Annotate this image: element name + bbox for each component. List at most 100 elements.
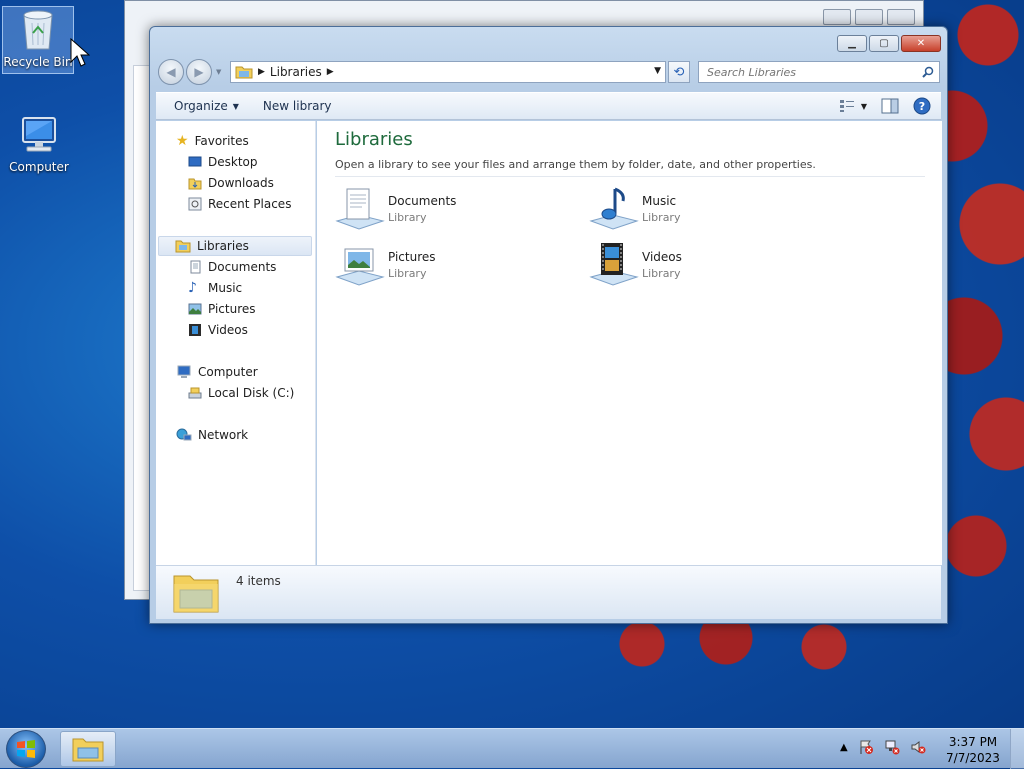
new-library-label: New library [262, 99, 332, 113]
recycle-bin-icon [23, 10, 53, 50]
navigation-pane: ★ Favorites Desktop Downloads Recent Pla… [156, 121, 316, 565]
background-window-caption-buttons[interactable] [823, 9, 915, 25]
nav-pictures[interactable]: Pictures [188, 299, 256, 319]
nav-videos-label: Videos [208, 323, 248, 337]
volume-muted-icon[interactable] [910, 739, 926, 755]
computer-icon [177, 365, 191, 378]
refresh-button[interactable]: ⟲ [668, 61, 690, 83]
address-dropdown-icon[interactable]: ▼ [654, 66, 661, 76]
desktop-icon-recycle-bin[interactable]: Recycle Bin [2, 6, 74, 74]
nav-local-disk[interactable]: Local Disk (C:) [188, 383, 294, 403]
network-icon [176, 428, 192, 441]
libraries-folder-icon [173, 575, 219, 613]
taskbar-explorer-button[interactable] [60, 731, 116, 767]
search-icon[interactable] [922, 66, 934, 78]
library-name: Videos [642, 250, 682, 264]
help-icon[interactable]: ? [913, 97, 931, 115]
nav-libraries[interactable]: Libraries [158, 236, 312, 256]
documents-icon [190, 260, 201, 274]
back-button[interactable]: ◀ [158, 59, 184, 85]
nav-local-disk-label: Local Disk (C:) [208, 386, 295, 400]
close-icon: ✕ [916, 38, 926, 49]
details-pane: 4 items [156, 565, 941, 619]
nav-documents-label: Documents [208, 260, 277, 274]
address-location[interactable]: Libraries [270, 65, 322, 79]
nav-music[interactable]: ♪ Music [188, 278, 242, 298]
system-clock[interactable]: 3:37 PM 7/7/2023 [938, 734, 1008, 766]
computer-icon [22, 117, 56, 152]
item-count: 4 items [236, 574, 281, 588]
organize-label: Organize [174, 99, 228, 113]
show-desktop-button[interactable] [1010, 729, 1024, 769]
library-name: Pictures [388, 250, 436, 264]
preview-pane-icon[interactable] [881, 98, 899, 114]
notification-area: ▲ [840, 739, 926, 755]
recent-pages-dropdown[interactable]: ▼ [216, 68, 221, 76]
nav-downloads[interactable]: Downloads [188, 173, 274, 193]
library-name: Music [642, 194, 677, 208]
desktop-icon-label: Computer [9, 160, 69, 174]
file-list: Libraries Open a library to see your fil… [317, 121, 942, 565]
desktop-icon-label: Recycle Bin [3, 55, 73, 69]
library-type: Library [388, 211, 427, 224]
explorer-window[interactable]: ▁ ▢ ✕ ◀ ▶ ▼ ▶ Libraries ▶ ▼ ⟲ Organize ▼ [149, 26, 948, 624]
minimize-icon: ▁ [848, 38, 856, 49]
show-hidden-icons-icon[interactable]: ▲ [840, 742, 848, 753]
network-status-icon[interactable] [884, 739, 900, 755]
address-bar[interactable]: ▶ Libraries ▶ ▼ [230, 61, 666, 83]
nav-pictures-label: Pictures [208, 302, 256, 316]
pictures-library-icon [335, 248, 385, 286]
nav-favorites[interactable]: ★ Favorites [176, 131, 249, 151]
library-name: Documents [388, 194, 457, 208]
forward-button[interactable]: ▶ [186, 59, 212, 85]
divider [335, 176, 925, 177]
nav-recent-places[interactable]: Recent Places [188, 194, 291, 214]
caption-buttons: ▁ ▢ ✕ [837, 35, 941, 52]
close-button[interactable]: ✕ [901, 35, 941, 52]
library-item-music[interactable]: Music Library [589, 185, 809, 235]
nav-network[interactable]: Network [176, 425, 248, 445]
nav-desktop[interactable]: Desktop [188, 152, 258, 172]
nav-videos[interactable]: Videos [188, 320, 248, 340]
music-note-icon: ♪ [188, 280, 197, 296]
nav-network-label: Network [198, 428, 249, 442]
minimize-button[interactable]: ▁ [837, 35, 867, 52]
explorer-icon [72, 738, 104, 762]
organize-button[interactable]: Organize ▼ [162, 99, 251, 113]
downloads-icon [188, 178, 202, 190]
taskbar: ▲ 3:37 PM 7/7/2023 [0, 728, 1024, 769]
library-type: Library [388, 267, 427, 280]
nav-computer[interactable]: Computer [176, 362, 258, 382]
wallpaper-coral-bottom [600, 620, 880, 680]
library-item-documents[interactable]: Documents Library [335, 185, 555, 235]
nav-recent-places-label: Recent Places [208, 197, 292, 211]
music-library-icon [589, 187, 639, 230]
library-item-pictures[interactable]: Pictures Library [335, 241, 555, 291]
svg-text:?: ? [919, 100, 925, 113]
videos-library-icon [589, 243, 639, 286]
desktop-icon-computer[interactable]: Computer [3, 112, 75, 174]
new-library-button[interactable]: New library [251, 99, 344, 113]
library-item-videos[interactable]: Videos Library [589, 241, 809, 291]
change-view-button[interactable]: ▼ [839, 99, 867, 113]
navigation-bar: ◀ ▶ ▼ ▶ Libraries ▶ ▼ ⟲ [158, 59, 940, 85]
start-button[interactable] [6, 730, 46, 768]
forward-arrow-icon: ▶ [194, 65, 204, 79]
windows-logo-icon [17, 740, 35, 758]
mouse-cursor-icon [70, 38, 90, 67]
pictures-icon [188, 303, 202, 315]
page-title: Libraries [335, 129, 413, 150]
maximize-button[interactable]: ▢ [869, 35, 899, 52]
view-icon [839, 100, 854, 112]
clock-date: 7/7/2023 [946, 751, 1000, 765]
nav-favorites-label: Favorites [194, 134, 249, 148]
action-center-flag-icon[interactable] [858, 739, 874, 755]
recent-places-icon [188, 197, 202, 211]
chevron-right-icon[interactable]: ▶ [327, 67, 334, 77]
nav-documents[interactable]: Documents [188, 257, 276, 277]
refresh-icon: ⟲ [673, 64, 685, 80]
chevron-right-icon[interactable]: ▶ [258, 67, 265, 77]
search-input[interactable] [698, 61, 940, 83]
chevron-down-icon: ▼ [860, 101, 867, 111]
view-controls: ▼ ? [839, 97, 931, 115]
